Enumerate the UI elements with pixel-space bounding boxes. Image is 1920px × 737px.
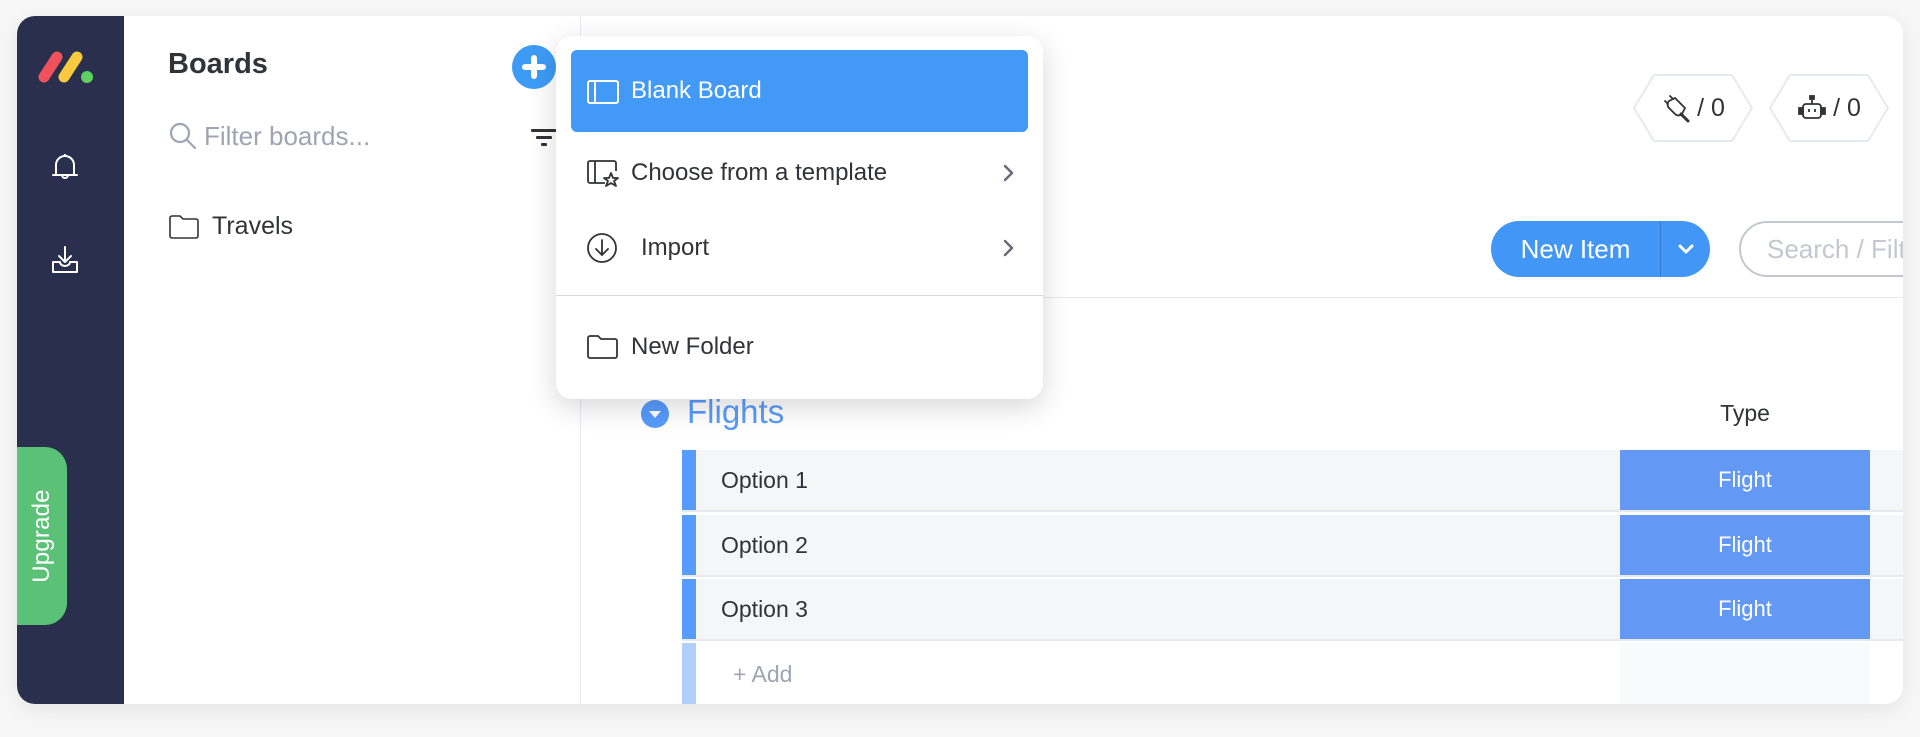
- search-icon: [169, 122, 197, 150]
- add-item-row: [682, 643, 1903, 704]
- bell-icon[interactable]: [47, 148, 83, 184]
- group-collapse-toggle[interactable]: [641, 400, 669, 428]
- upgrade-button[interactable]: Upgrade: [17, 447, 67, 625]
- plug-icon: [1664, 95, 1690, 123]
- row-color-bar: [682, 450, 696, 510]
- boards-panel: Boards Travels: [124, 16, 596, 704]
- upgrade-label: Upgrade: [28, 489, 55, 583]
- filter-boards-field: [168, 120, 508, 152]
- blank-board-icon: [587, 80, 619, 104]
- row-name[interactable]: Option 3: [721, 579, 808, 639]
- chevron-right-icon: [1003, 164, 1014, 182]
- filter-icon[interactable]: [529, 124, 559, 152]
- left-nav: Upgrade: [17, 16, 124, 704]
- row-color-bar: [682, 643, 696, 704]
- add-board-button[interactable]: [512, 45, 556, 89]
- menu-item-choose-template[interactable]: Choose from a template: [571, 132, 1028, 214]
- type-cell[interactable]: Flight: [1620, 515, 1870, 575]
- new-item-button[interactable]: New Item: [1491, 221, 1710, 277]
- row-name[interactable]: Option 1: [721, 450, 808, 510]
- inbox-download-icon[interactable]: [47, 243, 83, 279]
- import-download-icon: [587, 233, 617, 263]
- automations-badge[interactable]: / 0: [1768, 73, 1890, 143]
- row-name[interactable]: Option 2: [721, 515, 808, 575]
- type-cell[interactable]: Flight: [1620, 579, 1870, 639]
- menu-item-label: Choose from a template: [631, 159, 888, 186]
- menu-divider: [556, 295, 1043, 296]
- row-color-bar: [682, 515, 696, 575]
- type-cell[interactable]: Flight: [1620, 450, 1870, 510]
- chevron-right-icon: [1003, 239, 1014, 257]
- column-header-type[interactable]: Type: [1620, 400, 1870, 427]
- add-board-menu: Blank Board Choose from a template Impor…: [556, 36, 1043, 399]
- automations-count: / 0: [1833, 93, 1861, 122]
- folder-icon: [169, 214, 199, 239]
- menu-item-new-folder[interactable]: New Folder: [571, 306, 1028, 388]
- integrations-count: / 0: [1697, 93, 1725, 122]
- row-color-bar: [682, 579, 696, 639]
- folder-label: Travels: [212, 212, 294, 240]
- monday-logo[interactable]: [37, 50, 95, 84]
- table-row[interactable]: Option 2 Flight: [682, 515, 1903, 577]
- folder-item-travels[interactable]: Travels: [168, 212, 293, 241]
- table-row[interactable]: Option 3 1 Flight: [682, 579, 1903, 641]
- integrations-badge[interactable]: / 0: [1632, 73, 1754, 143]
- template-star-icon: [587, 160, 619, 187]
- menu-item-import[interactable]: Import: [571, 207, 1028, 289]
- folder-icon: [587, 335, 618, 359]
- boards-title: Boards: [168, 48, 268, 80]
- add-item-input[interactable]: [733, 657, 1333, 691]
- menu-item-label: Import: [641, 234, 710, 261]
- menu-item-blank-board[interactable]: Blank Board: [571, 50, 1028, 132]
- robot-icon: [1798, 95, 1826, 119]
- filter-boards-input[interactable]: [204, 120, 494, 152]
- table-row[interactable]: Option 1 Flight: [682, 450, 1903, 512]
- new-item-dropdown[interactable]: [1661, 221, 1710, 277]
- board-search-input[interactable]: [1739, 221, 1903, 277]
- new-item-label[interactable]: New Item: [1491, 221, 1661, 277]
- type-cell-empty: [1620, 643, 1870, 704]
- chevron-down-icon: [1678, 244, 1693, 254]
- menu-item-label: New Folder: [631, 333, 754, 360]
- menu-item-label: Blank Board: [631, 77, 762, 104]
